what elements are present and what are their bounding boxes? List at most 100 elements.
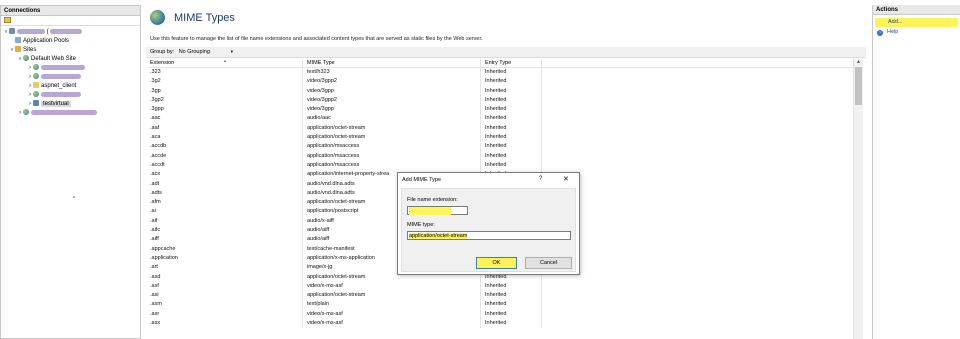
cell-spacer bbox=[542, 114, 858, 123]
tree-item-label: testvirtual bbox=[41, 101, 71, 107]
table-row[interactable]: .3gp2 video/3gpp2 Inherited bbox=[146, 95, 858, 106]
globe-icon bbox=[33, 64, 39, 71]
connections-tree: v ( Application Pools v Sites v Default We… bbox=[1, 26, 140, 118]
cell-extension: .3g2 bbox=[146, 77, 303, 87]
extension-field[interactable]: . bbox=[407, 206, 468, 215]
cell-entry-type: Inherited bbox=[481, 86, 542, 96]
column-header-mime-type[interactable]: MIME Type bbox=[303, 59, 481, 67]
cell-extension: .accdb bbox=[146, 142, 303, 152]
mime-type-value: application/octet-stream bbox=[409, 233, 468, 239]
tree-item-site-child[interactable]: > bbox=[1, 73, 140, 82]
tree-item-site-child[interactable]: > bbox=[1, 64, 140, 73]
globe-icon bbox=[23, 55, 29, 62]
cell-extension: .adt bbox=[146, 179, 303, 189]
cell-entry-type: Inherited bbox=[481, 281, 542, 292]
table-row[interactable]: .3g2 video/3gpp2 Inherited bbox=[146, 77, 858, 87]
server-icon bbox=[9, 28, 15, 35]
tree-item-label: ( bbox=[46, 29, 49, 35]
tree-item-server[interactable]: v ( bbox=[1, 28, 140, 37]
tree-item-site-child[interactable]: > bbox=[1, 91, 140, 100]
cell-mime-type: audio/aac bbox=[303, 114, 481, 124]
scroll-up-icon[interactable]: ▲ bbox=[854, 59, 863, 67]
cell-extension: .afm bbox=[146, 198, 303, 208]
cell-entry-type: Inherited bbox=[481, 114, 542, 124]
tree-item-site-2[interactable]: > bbox=[1, 109, 140, 118]
cell-spacer bbox=[542, 152, 858, 161]
tree-item-default-web-site[interactable]: v Default Web Site bbox=[1, 55, 140, 64]
cell-spacer bbox=[542, 263, 858, 272]
table-row[interactable]: .323 text/h323 Inherited bbox=[146, 68, 858, 78]
cell-extension: .accdt bbox=[146, 160, 303, 171]
cell-spacer bbox=[542, 161, 858, 170]
cell-extension: .acx bbox=[146, 170, 303, 180]
cell-mime-type: application/octet-stream bbox=[303, 133, 481, 143]
redacted-server-name bbox=[17, 28, 45, 34]
table-row[interactable]: .asf video/x-ms-asf Inherited bbox=[146, 281, 858, 292]
add-mime-type-dialog: Add MIME Type ? ✕ File name extension: .… bbox=[397, 172, 580, 275]
cell-entry-type: Inherited bbox=[481, 105, 542, 115]
cursor-dot bbox=[73, 196, 75, 198]
table-row[interactable]: .aaf application/octet-stream Inherited bbox=[146, 123, 858, 134]
table-row[interactable]: .aac audio/aac Inherited bbox=[146, 114, 858, 124]
table-row[interactable]: .3gp video/3gpp Inherited bbox=[146, 86, 858, 96]
cell-spacer bbox=[542, 180, 858, 189]
table-row[interactable]: .asm text/plain Inherited bbox=[146, 300, 858, 310]
group-by-label: Group by: bbox=[150, 49, 175, 55]
table-row[interactable]: .aca application/octet-stream Inherited bbox=[146, 133, 858, 143]
cell-mime-type: video/3gpp2 bbox=[303, 77, 481, 87]
cell-spacer bbox=[542, 226, 858, 235]
group-by-select[interactable]: No Grouping ▼ bbox=[179, 49, 234, 55]
close-icon[interactable]: ✕ bbox=[563, 175, 569, 183]
group-by-bar: Group by: No Grouping ▼ bbox=[146, 47, 866, 58]
globe-icon bbox=[33, 73, 39, 80]
cancel-button[interactable]: Cancel bbox=[525, 257, 572, 269]
ok-button[interactable]: OK bbox=[476, 257, 517, 269]
cell-entry-type: Inherited bbox=[481, 133, 542, 143]
cell-extension: .ai bbox=[146, 207, 303, 217]
cell-spacer bbox=[542, 198, 858, 207]
vertical-scrollbar[interactable]: ▲ bbox=[853, 59, 863, 339]
table-row[interactable]: .asi application/octet-stream Inherited bbox=[146, 291, 858, 301]
cell-spacer bbox=[542, 273, 858, 282]
cell-mime-type: video/x-ms-asf bbox=[303, 281, 481, 292]
scrollbar-thumb[interactable] bbox=[855, 67, 862, 105]
table-row[interactable]: .3gpp video/3gpp Inherited bbox=[146, 105, 858, 115]
globe-icon bbox=[23, 109, 29, 116]
page-header: MIME Types bbox=[150, 10, 235, 25]
tree-item-app-pools[interactable]: Application Pools bbox=[1, 37, 140, 46]
page-description: Use this feature to manage the list of f… bbox=[150, 36, 483, 42]
cell-spacer bbox=[542, 291, 858, 300]
cell-extension: .asr bbox=[146, 309, 303, 320]
table-row[interactable]: .accdb application/msaccess Inherited bbox=[146, 142, 858, 152]
chevron-down-icon: ▼ bbox=[229, 49, 234, 54]
table-row[interactable]: .accdt application/msaccess Inherited bbox=[146, 160, 858, 171]
cell-extension: .asd bbox=[146, 272, 303, 282]
add-action-link[interactable]: Add... bbox=[875, 18, 958, 27]
connect-icon[interactable] bbox=[4, 17, 11, 23]
cell-mime-type: application/msaccess bbox=[303, 160, 481, 171]
cell-extension: .application bbox=[146, 253, 303, 264]
mime-type-field[interactable]: application/octet-stream bbox=[407, 231, 571, 240]
tree-item-aspnet-client[interactable]: > aspnet_client bbox=[1, 82, 140, 91]
cell-spacer bbox=[542, 87, 858, 96]
cell-entry-type: Inherited bbox=[481, 151, 542, 161]
tree-item-sites[interactable]: v Sites bbox=[1, 46, 140, 55]
help-action-link[interactable]: ? Help bbox=[875, 28, 958, 37]
redacted-name bbox=[41, 91, 81, 97]
extension-value: . bbox=[409, 207, 451, 215]
cell-mime-type: text/plain bbox=[303, 300, 481, 310]
cell-extension: .asm bbox=[146, 300, 303, 310]
table-row[interactable]: .asr video/x-ms-asf Inherited bbox=[146, 309, 858, 320]
column-header-entry-type[interactable]: Entry Type bbox=[481, 59, 542, 67]
cell-extension: .asx bbox=[146, 319, 303, 329]
table-row[interactable]: .accde application/msaccess Inherited bbox=[146, 151, 858, 161]
cell-spacer bbox=[542, 142, 858, 151]
dialog-help-icon[interactable]: ? bbox=[539, 176, 542, 182]
tree-item-testvirtual[interactable]: > testvirtual bbox=[1, 100, 140, 109]
actions-title: Actions bbox=[873, 5, 960, 15]
table-row[interactable]: .asx video/x-ms-asf Inherited bbox=[146, 319, 858, 329]
cell-entry-type: Inherited bbox=[481, 300, 542, 310]
cell-entry-type: Inherited bbox=[481, 95, 542, 106]
cell-spacer bbox=[542, 124, 858, 133]
cell-spacer bbox=[542, 77, 858, 86]
